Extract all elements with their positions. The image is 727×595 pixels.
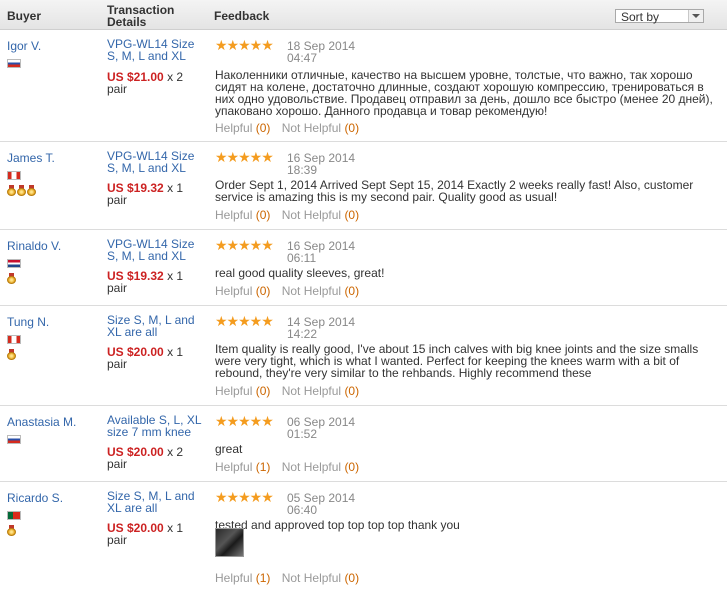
- helpful-votes: Helpful (1) Not Helpful (0): [215, 571, 359, 585]
- buyer-name[interactable]: Rinaldo V.: [7, 239, 61, 253]
- product-link[interactable]: VPG-WL14 Size S, M, L and XL: [107, 150, 207, 174]
- price-line: US $20.00 x 1 pair: [107, 346, 207, 370]
- review-date: 05 Sep 2014 06:40: [287, 491, 356, 517]
- product-link[interactable]: VPG-WL14 Size S, M, L and XL: [107, 238, 207, 262]
- star-rating: ★★★★★: [215, 413, 274, 429]
- review-text: great: [215, 442, 243, 456]
- buyer-name[interactable]: Anastasia M.: [7, 415, 76, 429]
- table-row: Ricardo S. Size S, M, L and XL are all U…: [0, 482, 727, 594]
- buyer-name[interactable]: James T.: [7, 151, 55, 165]
- buyer-name[interactable]: Igor V.: [7, 39, 41, 53]
- product-link[interactable]: Size S, M, L and XL are all: [107, 490, 207, 514]
- medal-badges: [7, 185, 37, 197]
- review-date: 16 Sep 2014 06:11: [287, 239, 356, 265]
- ca-flag-icon: [7, 335, 21, 344]
- unit: pair: [107, 457, 128, 471]
- not-helpful-button[interactable]: Not Helpful (0): [282, 384, 359, 398]
- medal-badges: [7, 349, 17, 361]
- price-line: US $20.00 x 2 pair: [107, 446, 207, 470]
- review-text: Order Sept 1, 2014 Arrived Sept Sept 15,…: [215, 178, 694, 204]
- quantity: x 1: [167, 269, 184, 283]
- ca-flag-icon: [7, 171, 21, 180]
- product-link[interactable]: Size S, M, L and XL are all: [107, 314, 207, 338]
- quantity: x 1: [167, 345, 184, 359]
- sort-by-label: Sort by: [621, 10, 660, 24]
- sort-by-select[interactable]: Sort by: [615, 9, 704, 24]
- quantity: x 1: [167, 521, 184, 535]
- table-row: Rinaldo V. VPG-WL14 Size S, M, L and XL …: [0, 230, 727, 306]
- quantity: x 1: [167, 181, 184, 195]
- chevron-down-icon[interactable]: [688, 10, 703, 22]
- star-rating: ★★★★★: [215, 313, 274, 329]
- price-line: US $19.32 x 1 pair: [107, 182, 207, 206]
- medal-icon: [27, 185, 36, 196]
- price-line: US $21.00 x 2 pair: [107, 71, 207, 95]
- quantity: x 2: [167, 445, 184, 459]
- unit: pair: [107, 82, 128, 96]
- star-rating: ★★★★★: [215, 149, 274, 165]
- helpful-button[interactable]: Helpful (0): [215, 284, 270, 298]
- ru-flag-icon: [7, 59, 21, 68]
- price-line: US $19.32 x 1 pair: [107, 270, 207, 294]
- helpful-votes: Helpful (0) Not Helpful (0): [215, 121, 359, 135]
- medal-icon: [7, 525, 16, 536]
- review-date: 14 Sep 2014 14:22: [287, 315, 356, 341]
- helpful-votes: Helpful (0) Not Helpful (0): [215, 208, 359, 222]
- unit: pair: [107, 533, 128, 547]
- helpful-votes: Helpful (1) Not Helpful (0): [215, 460, 359, 474]
- pt-flag-icon: [7, 511, 21, 520]
- helpful-votes: Helpful (0) Not Helpful (0): [215, 384, 359, 398]
- medal-icon: [7, 349, 16, 360]
- not-helpful-button[interactable]: Not Helpful (0): [282, 121, 359, 135]
- medal-badges: [7, 273, 17, 285]
- column-header-transaction: Transaction Details: [107, 3, 175, 29]
- medal-icon: [7, 273, 16, 284]
- helpful-button[interactable]: Helpful (0): [215, 384, 270, 398]
- helpful-votes: Helpful (0) Not Helpful (0): [215, 284, 359, 298]
- quantity: x 2: [167, 70, 184, 84]
- table-row: Anastasia M. Available S, L, XL size 7 m…: [0, 406, 727, 482]
- star-rating: ★★★★★: [215, 237, 274, 253]
- not-helpful-button[interactable]: Not Helpful (0): [282, 284, 359, 298]
- product-link[interactable]: Available S, L, XL size 7 mm knee: [107, 414, 207, 438]
- helpful-button[interactable]: Helpful (1): [215, 460, 270, 474]
- unit: pair: [107, 357, 128, 371]
- medal-badges: [7, 525, 17, 537]
- helpful-button[interactable]: Helpful (0): [215, 121, 270, 135]
- review-text: Item quality is really good, I've about …: [215, 342, 699, 380]
- ru-flag-icon: [7, 435, 21, 444]
- review-date: 06 Sep 2014 01:52: [287, 415, 356, 441]
- product-link[interactable]: VPG-WL14 Size S, M, L and XL: [107, 38, 207, 62]
- review-date: 18 Sep 2014 04:47: [287, 39, 356, 65]
- price-line: US $20.00 x 1 pair: [107, 522, 207, 546]
- helpful-button[interactable]: Helpful (0): [215, 208, 270, 222]
- not-helpful-button[interactable]: Not Helpful (0): [282, 460, 359, 474]
- buyer-name[interactable]: Tung N.: [7, 315, 49, 329]
- review-text: Наколенники отличные, качество на высшем…: [215, 68, 713, 118]
- table-header: Buyer Transaction Details Feedback Sort …: [0, 0, 727, 30]
- table-row: Tung N. Size S, M, L and XL are all US $…: [0, 306, 727, 406]
- helpful-button[interactable]: Helpful (1): [215, 571, 270, 585]
- review-text: real good quality sleeves, great!: [215, 266, 385, 280]
- medal-icon: [17, 185, 26, 196]
- table-row: Igor V. VPG-WL14 Size S, M, L and XL US …: [0, 30, 727, 142]
- unit: pair: [107, 193, 128, 207]
- buyer-name[interactable]: Ricardo S.: [7, 491, 63, 505]
- table-row: James T. VPG-WL14 Size S, M, L and XL US…: [0, 142, 727, 230]
- star-rating: ★★★★★: [215, 489, 274, 505]
- column-header-feedback: Feedback: [214, 9, 270, 23]
- column-header-buyer: Buyer: [7, 9, 42, 23]
- review-text: tested and approved top top top top than…: [215, 518, 460, 532]
- review-date: 16 Sep 2014 18:39: [287, 151, 356, 177]
- star-rating: ★★★★★: [215, 37, 274, 53]
- not-helpful-button[interactable]: Not Helpful (0): [282, 208, 359, 222]
- not-helpful-button[interactable]: Not Helpful (0): [282, 571, 359, 585]
- nl-flag-icon: [7, 259, 21, 268]
- review-photo-thumbnail[interactable]: [215, 528, 244, 557]
- medal-icon: [7, 185, 16, 196]
- unit: pair: [107, 281, 128, 295]
